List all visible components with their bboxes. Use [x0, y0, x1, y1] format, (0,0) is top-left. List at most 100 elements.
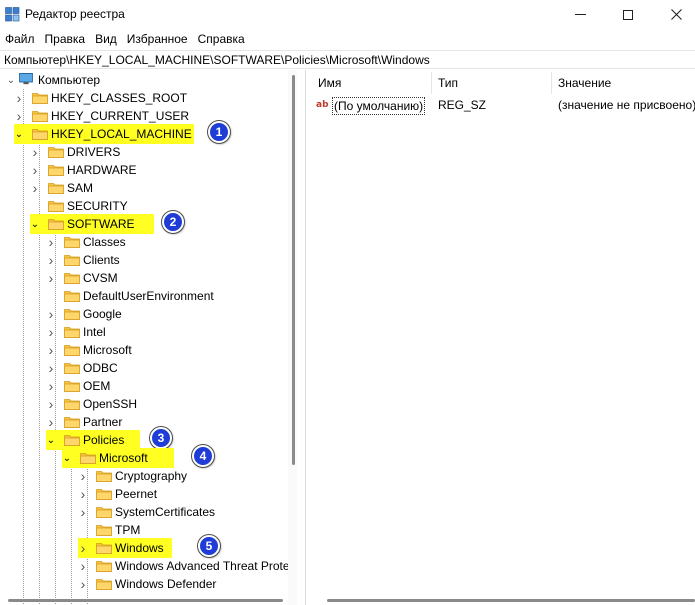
chevron-right-icon[interactable]: › [46, 305, 56, 323]
tree-item[interactable]: › DRIVERS [0, 143, 290, 161]
folder-icon [32, 93, 48, 104]
tree-item[interactable]: ⌄ Microsoft [0, 449, 290, 467]
chevron-right-icon[interactable]: › [78, 557, 88, 575]
tree-item[interactable]: › HKEY_CLASSES_ROOT [0, 89, 290, 107]
chevron-right-icon[interactable]: › [46, 377, 56, 395]
folder-icon [48, 201, 64, 212]
tree-item-label: CVSM [83, 271, 118, 285]
tree-scroll-thumb[interactable] [292, 75, 295, 465]
values-pane[interactable]: Имя Тип Значение ab (По умолчанию) REG_S… [310, 70, 695, 605]
chevron-right-icon[interactable]: › [78, 503, 88, 521]
tree-item[interactable]: › SystemCertificates [0, 503, 290, 521]
tree-item-label: Windows Advanced Threat Prote [115, 559, 290, 573]
maximize-button[interactable] [605, 0, 651, 29]
tree-item-label: TPM [115, 523, 141, 537]
tree-item[interactable]: ⌄ Policies [0, 431, 290, 449]
tree-item[interactable]: › ODBC [0, 359, 290, 377]
tree-item-label: OpenSSH [83, 397, 138, 411]
tree-root[interactable]: ⌄ Компьютер [0, 71, 290, 89]
chevron-right-icon[interactable]: › [46, 359, 56, 377]
chevron-right-icon[interactable]: › [14, 107, 24, 125]
tree-item[interactable]: › SAM [0, 179, 290, 197]
chevron-right-icon[interactable]: › [78, 467, 88, 485]
folder-icon [64, 381, 80, 392]
close-button[interactable] [653, 0, 695, 29]
chevron-down-icon[interactable]: ⌄ [30, 215, 40, 233]
value-name[interactable]: (По умолчанию) [332, 97, 426, 115]
address-bar[interactable]: Компьютер\HKEY_LOCAL_MACHINE\SOFTWARE\Po… [0, 50, 695, 69]
close-icon [670, 9, 682, 20]
column-header-name[interactable]: Имя [318, 72, 341, 94]
chevron-right-icon[interactable]: › [46, 395, 56, 413]
tree-item[interactable]: › Windows [0, 539, 290, 557]
chevron-right-icon[interactable]: › [46, 251, 56, 269]
tree-item[interactable]: ⌄ SOFTWARE [0, 215, 290, 233]
menu-edit[interactable]: Правка [40, 29, 91, 49]
chevron-right-icon[interactable]: › [30, 143, 40, 161]
values-horizontal-scrollbar[interactable] [327, 599, 695, 602]
menu-favorites[interactable]: Избранное [122, 29, 193, 49]
chevron-right-icon[interactable]: › [78, 485, 88, 503]
folder-icon [64, 291, 80, 302]
tree-item[interactable]: › Google [0, 305, 290, 323]
tree-item[interactable]: SECURITY [0, 197, 290, 215]
tree-item[interactable]: TPM [0, 521, 290, 539]
tree-item-label: SystemCertificates [115, 505, 216, 519]
tree-item[interactable]: › CVSM [0, 269, 290, 287]
chevron-right-icon[interactable]: › [30, 179, 40, 197]
tree-item[interactable]: › Clients [0, 251, 290, 269]
step-badge: 4 [192, 445, 214, 467]
tree-item[interactable]: › HARDWARE [0, 161, 290, 179]
value-row[interactable]: ab (По умолчанию) REG_SZ (значение не пр… [310, 97, 695, 115]
tree-item[interactable]: › Peernet [0, 485, 290, 503]
chevron-right-icon[interactable]: › [46, 323, 56, 341]
tree-item[interactable]: › Cryptography [0, 467, 290, 485]
menu-view[interactable]: Вид [90, 29, 122, 49]
menu-file[interactable]: Файл [0, 29, 40, 49]
folder-icon [64, 363, 80, 374]
column-header-data[interactable]: Значение [558, 72, 611, 94]
tree-item-label: Peernet [115, 487, 158, 501]
tree-pane[interactable]: ⌄ Компьютер › HKEY_CLASSES_ROOT › HKEY_CURREN… [0, 70, 297, 605]
chevron-down-icon[interactable]: ⌄ [46, 431, 56, 449]
tree-item[interactable]: › Intel [0, 323, 290, 341]
step-badge: 5 [198, 535, 220, 557]
chevron-right-icon[interactable]: › [46, 269, 56, 287]
chevron-right-icon[interactable]: › [14, 89, 24, 107]
column-header-type[interactable]: Тип [438, 72, 458, 94]
chevron-right-icon[interactable]: › [78, 575, 88, 593]
chevron-right-icon[interactable]: › [46, 233, 56, 251]
pane-splitter[interactable] [305, 70, 306, 605]
tree-item[interactable]: › OpenSSH [0, 395, 290, 413]
tree-item[interactable]: › Classes [0, 233, 290, 251]
tree-item[interactable]: › Windows Advanced Threat Prote [0, 557, 290, 575]
column-divider[interactable] [431, 72, 432, 94]
column-divider[interactable] [551, 72, 552, 94]
chevron-right-icon[interactable]: › [46, 341, 56, 359]
chevron-down-icon[interactable]: ⌄ [14, 125, 24, 143]
tree-horizontal-scrollbar[interactable] [8, 599, 283, 602]
chevron-down-icon[interactable]: ⌄ [6, 71, 16, 89]
chevron-down-icon[interactable]: ⌄ [62, 449, 72, 467]
tree-item-label: Google [83, 307, 122, 321]
folder-icon [96, 543, 112, 554]
tree-item[interactable]: › Partner [0, 413, 290, 431]
minimize-button[interactable] [557, 0, 603, 29]
tree-item[interactable]: ⌄ HKEY_LOCAL_MACHINE [0, 125, 290, 143]
chevron-right-icon[interactable]: › [78, 539, 88, 557]
tree-item[interactable]: › OEM [0, 377, 290, 395]
chevron-right-icon[interactable]: › [46, 413, 56, 431]
folder-icon [32, 111, 48, 122]
folder-icon [32, 129, 48, 140]
tree-item[interactable]: › Microsoft [0, 341, 290, 359]
tree-item[interactable]: › HKEY_CURRENT_USER [0, 107, 290, 125]
tree-item-label: Microsoft [99, 451, 148, 465]
menu-help[interactable]: Справка [193, 29, 250, 49]
tree-item-label: Windows Defender [115, 577, 217, 591]
tree-item-label: Clients [83, 253, 120, 267]
tree-item-label: DRIVERS [67, 145, 121, 159]
chevron-right-icon[interactable]: › [30, 161, 40, 179]
address-path[interactable]: Компьютер\HKEY_LOCAL_MACHINE\SOFTWARE\Po… [4, 53, 430, 67]
tree-item[interactable]: DefaultUserEnvironment [0, 287, 290, 305]
tree-item[interactable]: › Windows Defender [0, 575, 290, 593]
